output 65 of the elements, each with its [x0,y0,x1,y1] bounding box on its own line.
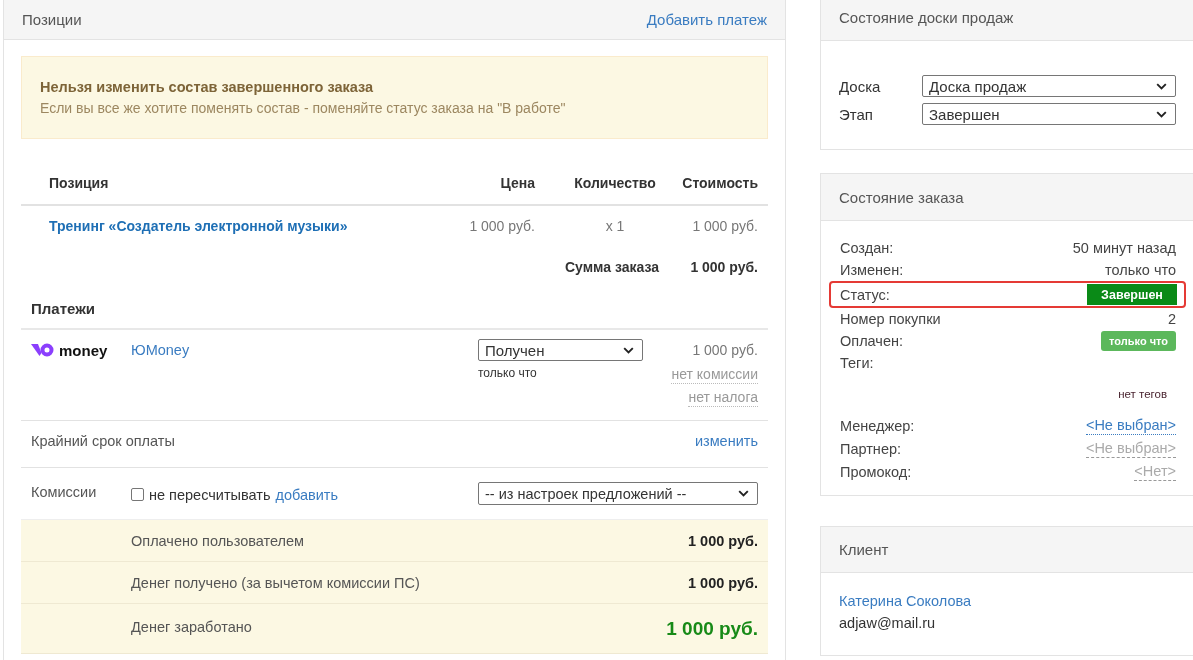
info-value: 50 минут назад [1072,240,1176,256]
info-value: 2 [1167,311,1176,327]
summary-label: Денег получено (за вычетом комиссии ПС) [131,574,420,591]
info-label: Оплачен: [840,333,903,349]
logo-mark-icon [31,343,54,357]
total-value: 1 000 руб. [689,259,758,275]
notice-title: Нельзя изменить состав завершенного заказа [40,79,375,95]
chevron-down-icon [1156,110,1167,118]
deadline-label: Крайний срок оплаты [31,433,175,449]
panel-title: Состояние заказа [839,188,964,206]
info-label: Изменен: [840,262,904,278]
section-title: Платежи [31,299,95,317]
checkbox-label: не пересчитывать [149,486,271,503]
info-label: Менеджер: [840,417,915,434]
notice-text: Если вы все же хотите поменять состав - поменяйте статус заказа на "В работе" [40,100,567,116]
info-label: Статус: [840,286,890,303]
panel-title: Клиент [839,541,889,558]
panel-title: Позиции [22,11,82,28]
cost-cell-text: 1 000 руб. [691,218,758,234]
info-value: только что [1105,262,1176,278]
add-payment-link[interactable]: Добавить платеж [646,11,767,28]
summary-label: Оплачено пользователем [131,532,305,549]
column-header: Стоимость [681,174,758,191]
field-label: Этап [839,105,874,123]
summary-value: 1 000 руб. [666,617,758,640]
client-email: adjaw@mail.ru [839,614,936,633]
add-link[interactable]: добавить [275,486,338,503]
price-cell-text: 1 000 руб. [468,218,536,234]
info-label: Теги: [840,355,874,371]
client-name-link[interactable]: Катерина Соколова [839,590,972,612]
product-link[interactable]: Тренинг «Создатель электронной музыки» [49,218,443,234]
checkbox[interactable] [131,488,144,501]
payment-method-link[interactable]: ЮMoney [131,342,190,358]
payment-time: только что [478,366,538,380]
board-select[interactable]: Доска продаж [922,75,1176,97]
summary-value: 1 000 руб. [687,532,758,549]
info-label: Партнер: [840,440,902,457]
payment-amount: 1 000 руб. [692,341,758,360]
quantity-cell-text: x 1 [604,218,626,234]
commissions-label: Комиссии [31,483,98,500]
board-select[interactable]: Завершен [922,103,1176,125]
panel-title: Состояние доски продаж [839,8,1014,26]
info-label: Промокод: [840,463,912,480]
change-link[interactable]: изменить [694,433,758,449]
chevron-down-icon [623,346,634,354]
commission-source-select[interactable]: -- из настроек предложений -- [478,482,758,505]
status-badge: Завершен [1087,284,1177,305]
info-label: Номер покупки [840,311,941,327]
column-header: Цена [499,174,536,191]
tax-link[interactable]: нет налога [688,389,758,407]
column-header: Количество [573,174,657,191]
assignment-link[interactable]: <Не выбран> [1085,416,1176,435]
paid-badge: только что [1101,331,1176,351]
info-label: Создан: [840,240,894,256]
no-tags-text: нет тегов [1118,388,1167,400]
logo-wordmark: money [59,341,108,359]
summary-value: 1 000 руб. [687,574,758,591]
field-label: Доска [839,77,882,95]
commission-link[interactable]: нет комиссии [671,366,758,384]
total-label: Сумма заказа [564,259,660,275]
chevron-down-icon [1156,82,1167,90]
payment-status-select[interactable]: Получен [478,339,643,361]
chevron-down-icon [738,490,749,497]
column-header: Позиция [49,174,110,191]
summary-label: Денег заработано [131,619,252,635]
